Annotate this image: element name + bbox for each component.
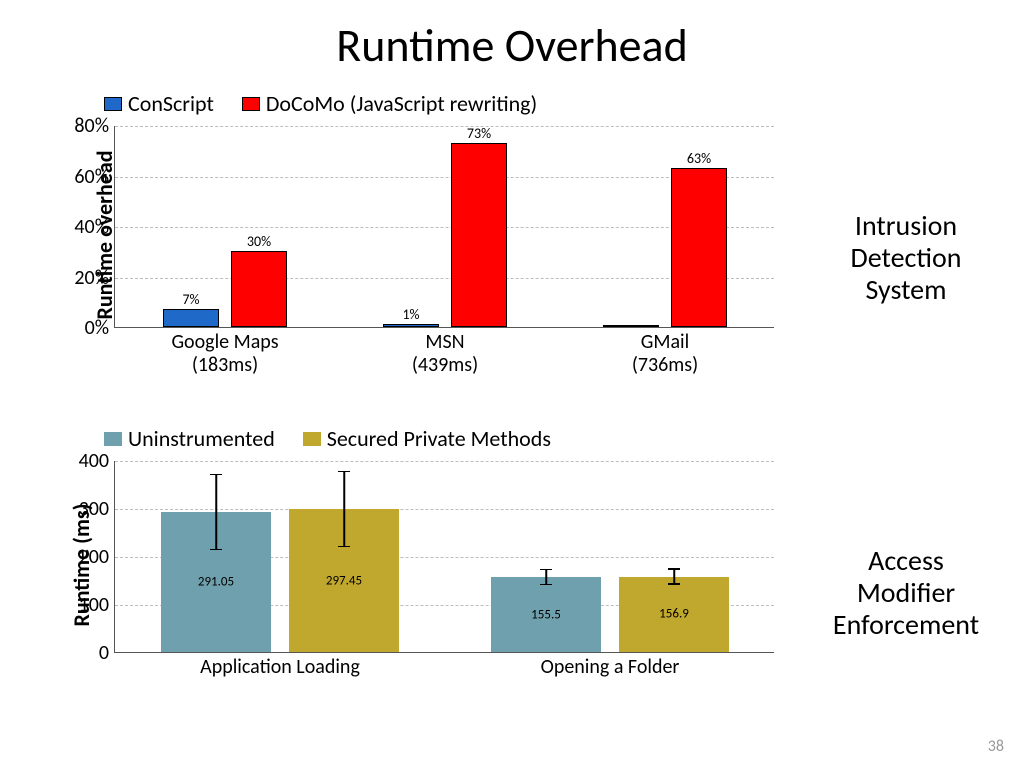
y-tick-label: 0% <box>85 316 115 340</box>
chart-ame: Uninstrumented Secured Private Methods R… <box>34 425 774 705</box>
bar-label: 155.5 <box>491 607 601 622</box>
page-title: Runtime Overhead <box>20 18 1004 74</box>
category-label: Application Loading <box>115 652 445 679</box>
page-number: 38 <box>988 737 1004 756</box>
swatch-icon <box>242 97 260 111</box>
swatch-icon <box>104 97 122 111</box>
y-tick-label: 20% <box>74 266 115 290</box>
chart1-plot: 0%20%40%60%80%7%30%Google Maps (183ms)1%… <box>114 126 774 328</box>
legend-label: ConScript <box>128 90 214 117</box>
legend-item-conscript: ConScript <box>104 90 214 117</box>
y-tick-label: 300 <box>79 497 115 521</box>
side-label-ame: AccessModifierEnforcement <box>806 545 1006 642</box>
grid-line <box>115 461 774 462</box>
swatch-icon <box>104 432 122 446</box>
chart-ids: ConScript DoCoMo (JavaScript rewriting) … <box>34 90 774 380</box>
bar-label: 73% <box>452 125 506 144</box>
legend-item-docomo: DoCoMo (JavaScript rewriting) <box>242 90 537 117</box>
legend-item-secured: Secured Private Methods <box>303 425 551 452</box>
bar-label: 7% <box>164 291 218 310</box>
bar-label: 63% <box>672 150 726 169</box>
category-label: Opening a Folder <box>445 652 775 679</box>
y-tick-label: 200 <box>79 545 115 569</box>
legend-label: Uninstrumented <box>128 425 275 452</box>
bar: 73% <box>451 143 507 327</box>
bar-label: 291.05 <box>161 575 271 590</box>
y-tick-label: 400 <box>79 449 115 473</box>
y-tick-label: 80% <box>74 114 115 138</box>
bar: 7% <box>163 309 219 327</box>
y-tick-label: 40% <box>74 215 115 239</box>
side-label-ids: IntrusionDetectionSystem <box>806 210 1006 307</box>
bar: 291.05 <box>161 512 271 652</box>
bar-label: 30% <box>232 233 286 252</box>
legend-item-uninstrumented: Uninstrumented <box>104 425 275 452</box>
chart2-plot: 0100200300400291.05297.45Application Loa… <box>114 461 774 653</box>
bar: 156.9 <box>619 577 729 652</box>
bar-label: 1% <box>384 306 438 325</box>
chart1-legend: ConScript DoCoMo (JavaScript rewriting) <box>104 90 537 117</box>
grid-line <box>115 509 774 510</box>
bar: 30% <box>231 251 287 327</box>
y-tick-label: 100 <box>79 593 115 617</box>
category-label: Google Maps (183ms) <box>115 327 335 377</box>
category-label: MSN (439ms) <box>335 327 555 377</box>
bar: 297.45 <box>289 509 399 652</box>
legend-label: Secured Private Methods <box>327 425 551 452</box>
swatch-icon <box>303 432 321 446</box>
bar-label: 297.45 <box>289 573 399 588</box>
bar: 63% <box>671 168 727 327</box>
y-tick-label: 60% <box>74 165 115 189</box>
bar: 155.5 <box>491 577 601 652</box>
grid-line <box>115 126 774 127</box>
y-tick-label: 0 <box>99 641 115 665</box>
slide: Runtime Overhead ConScript DoCoMo (JavaS… <box>0 0 1024 768</box>
category-label: GMail (736ms) <box>555 327 775 377</box>
bar-label: 156.9 <box>619 607 729 622</box>
chart2-legend: Uninstrumented Secured Private Methods <box>104 425 551 452</box>
legend-label: DoCoMo (JavaScript rewriting) <box>266 90 537 117</box>
